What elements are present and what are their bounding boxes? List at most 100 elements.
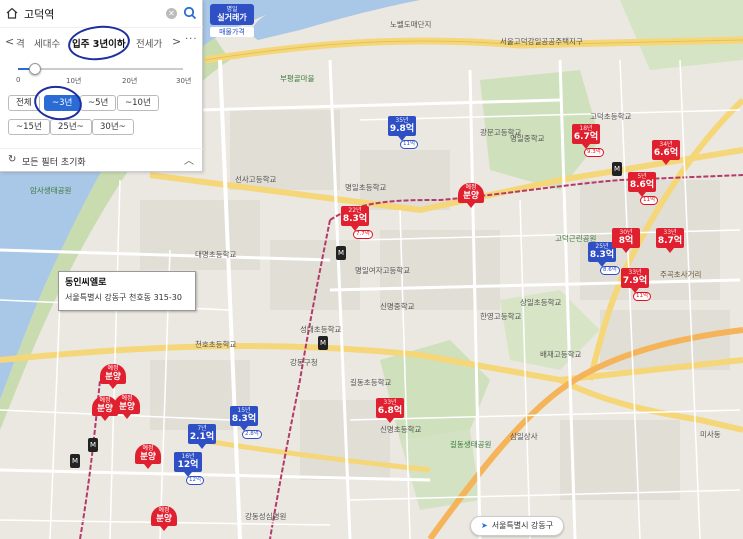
price-marker[interactable]: 5년 8.6억 11억 — [628, 172, 659, 205]
marker-age: 33년 — [383, 399, 397, 406]
apartment-popup[interactable]: 동인씨엘로 서울특별시 강동구 천호동 315-30 — [58, 271, 196, 311]
presale-marker[interactable]: 예정 분양 — [458, 183, 484, 208]
subway-station-icon[interactable]: M — [612, 162, 622, 176]
price-marker[interactable]: 33년 7.9억 11억 — [621, 268, 652, 301]
presale-marker-top: 예정 — [158, 507, 170, 514]
price-marker[interactable]: 18년 6.7억 9.3억 — [572, 124, 604, 157]
map-label: 강동성심병원 — [245, 512, 287, 521]
chip-10yr[interactable]: ~10년 — [117, 95, 159, 111]
chip-25yr-plus[interactable]: 25년~ — [50, 119, 92, 135]
subway-station-icon[interactable]: M — [318, 336, 328, 350]
map-label: 삼일상사 — [510, 432, 538, 441]
collapse-icon[interactable]: ︿ — [184, 152, 194, 167]
reset-filters[interactable]: ↻ 모든 필터 초기화 ︿ — [0, 148, 203, 172]
map-label: 신명중학교 — [380, 302, 415, 311]
slider-tick: 10년 — [66, 77, 82, 85]
marker-price: 2.1억 — [189, 432, 215, 442]
live-price-marker[interactable]: 명일 실거래가 매물가격 — [210, 4, 254, 37]
current-region-badge[interactable]: ➤ 서울특별시 강동구 — [470, 516, 565, 536]
subway-station-icon[interactable]: M — [336, 246, 346, 260]
popup-address: 서울특별시 강동구 천호동 315-30 — [65, 293, 182, 302]
map-label: 길동생태공원 — [450, 440, 492, 449]
map-label: 천호초등학교 — [195, 340, 237, 349]
map-label: 상일초등학교 — [520, 298, 562, 307]
slider-track — [18, 68, 183, 70]
map-label: 주곡초사거리 — [660, 270, 702, 279]
marker-sub: 11억 — [640, 196, 659, 205]
marker-age: 5년 — [637, 173, 647, 180]
tabs-prev-icon[interactable]: < — [5, 35, 14, 48]
marker-age: 15년 — [237, 407, 251, 414]
map-label: 선사고등학교 — [235, 175, 277, 184]
marker-price: 7.9억 — [622, 276, 648, 286]
map-label: 명일여자고등학교 — [355, 266, 411, 275]
clear-search-icon[interactable]: ✕ — [166, 8, 177, 19]
price-marker[interactable]: 33년 8.7억 — [656, 228, 684, 253]
price-marker[interactable]: 7년 2.1억 — [188, 424, 216, 449]
marker-age: 22년 — [348, 207, 362, 214]
map-label: 미사동 — [700, 430, 721, 439]
chip-5yr[interactable]: ~5년 — [80, 95, 117, 111]
marker-age: 18년 — [579, 125, 593, 132]
slider-tick: 30년 — [176, 77, 192, 85]
more-icon[interactable]: ··· — [185, 34, 198, 45]
map-label: 명일초등학교 — [345, 183, 387, 192]
marker-price: 8억 — [618, 236, 634, 246]
presale-marker[interactable]: 예정 분양 — [100, 364, 126, 389]
tab-price[interactable]: 격 — [16, 36, 25, 50]
map-label: 고덕초등학교 — [590, 112, 632, 121]
marker-age: 7년 — [197, 425, 207, 432]
marker-age: 33년 — [628, 269, 642, 276]
price-marker[interactable]: 33년 6.8억 — [376, 398, 404, 423]
move-in-slider[interactable] — [18, 63, 183, 75]
search-bar: ✕ — [0, 0, 203, 28]
price-marker[interactable]: 15년 8.3억 2.8억 — [230, 406, 262, 439]
price-marker[interactable]: 22년 8.3억 7.7억 — [341, 206, 373, 239]
presale-marker[interactable]: 예정 분양 — [92, 396, 118, 421]
marker-sub: 12억 — [186, 476, 205, 485]
tab-jeonse[interactable]: 전세가 — [136, 36, 170, 50]
slider-tick: 20년 — [122, 77, 138, 85]
map-label: 명일중학교 — [510, 134, 545, 143]
search-input[interactable] — [24, 5, 154, 23]
marker-sub: 11억 — [400, 140, 419, 149]
region-label: 서울특별시 강동구 — [491, 521, 554, 530]
marker-price: 12억 — [177, 460, 199, 470]
tabs-next-icon[interactable]: > — [172, 35, 181, 48]
map-label: 길동초등학교 — [350, 378, 392, 387]
marker-price: 8.3억 — [231, 414, 257, 424]
price-marker[interactable]: 30년 8억 — [612, 228, 640, 253]
map-label: 신명초등학교 — [380, 425, 422, 434]
marker-price: 8.6억 — [629, 180, 655, 190]
search-icon[interactable] — [183, 6, 197, 20]
presale-marker-label: 분양 — [140, 452, 156, 462]
chip-30yr-plus[interactable]: 30년~ — [92, 119, 134, 135]
presale-marker[interactable]: 예정 분양 — [135, 444, 161, 469]
slider-handle[interactable] — [29, 63, 41, 75]
price-marker[interactable]: 35년 9.8억 11억 — [388, 116, 419, 149]
live-marker-under: 매물가격 — [210, 27, 254, 37]
live-marker-small: 명일 — [226, 6, 238, 13]
presale-marker-top: 예정 — [465, 184, 477, 191]
location-arrow-icon: ➤ — [481, 521, 488, 530]
map-label: 강동구청 — [290, 358, 318, 367]
live-marker-main: 실거래가 — [217, 13, 247, 22]
price-marker[interactable]: 16년 12억 12억 — [174, 452, 205, 485]
tab-households[interactable]: 세대수 — [34, 36, 60, 50]
map-label: 노벨도매단지 — [390, 20, 432, 29]
slider-tick: 0 — [16, 76, 21, 84]
marker-age: 16년 — [181, 453, 195, 460]
presale-marker[interactable]: 예정 분양 — [151, 506, 177, 531]
home-icon[interactable] — [6, 7, 18, 19]
price-marker[interactable]: 34년 6.6억 — [652, 140, 680, 165]
marker-age: 30년 — [619, 229, 633, 236]
subway-station-icon[interactable]: M — [88, 438, 98, 452]
marker-price: 8.7억 — [657, 236, 683, 246]
presale-marker-top: 예정 — [107, 365, 119, 372]
marker-age: 35년 — [395, 117, 409, 124]
presale-marker-top: 예정 — [142, 445, 154, 452]
marker-price: 9.8억 — [389, 124, 415, 134]
marker-sub: 2.8억 — [242, 430, 262, 439]
chip-15yr[interactable]: ~15년 — [8, 119, 50, 135]
subway-station-icon[interactable]: M — [70, 454, 80, 468]
